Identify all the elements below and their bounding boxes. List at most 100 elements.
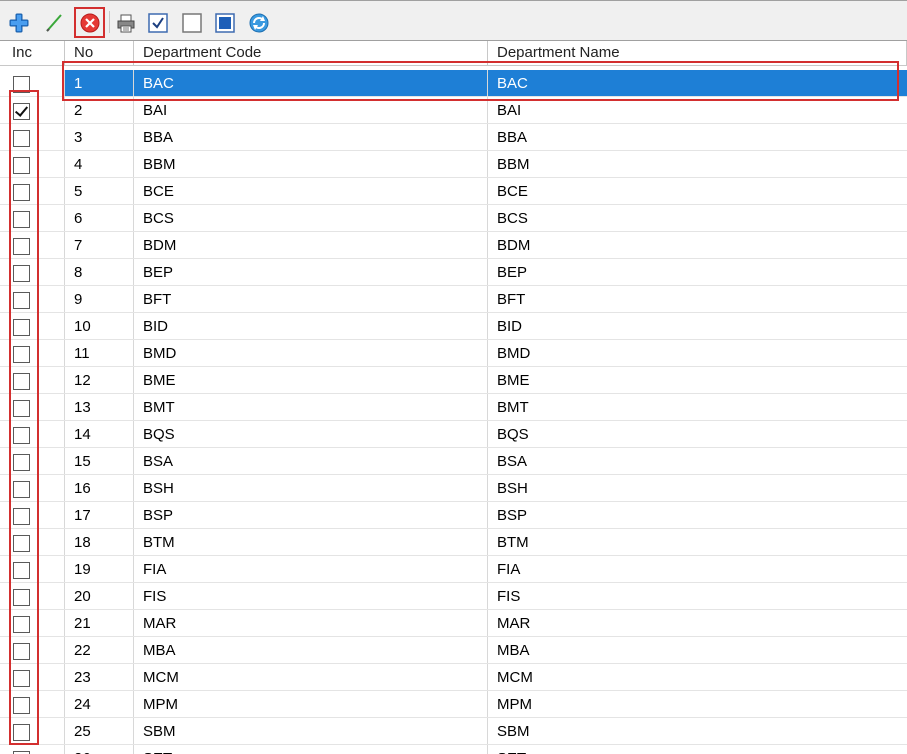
- department-code-cell[interactable]: BMT: [134, 394, 488, 420]
- department-name-cell[interactable]: FIS: [488, 583, 907, 609]
- select-button[interactable]: [212, 10, 237, 35]
- department-code-cell[interactable]: SBM: [134, 718, 488, 744]
- check-all-button[interactable]: [145, 10, 170, 35]
- include-checkbox[interactable]: [13, 508, 30, 525]
- table-row[interactable]: 1 BAC BAC: [0, 70, 907, 97]
- include-checkbox[interactable]: [13, 724, 30, 741]
- table-row[interactable]: 2 BAI BAI: [0, 97, 907, 124]
- department-name-cell[interactable]: BMT: [488, 394, 907, 420]
- department-name-cell[interactable]: BME: [488, 367, 907, 393]
- department-name-cell[interactable]: BMD: [488, 340, 907, 366]
- table-row[interactable]: 22 MBA MBA: [0, 637, 907, 664]
- table-row[interactable]: 8 BEP BEP: [0, 259, 907, 286]
- refresh-button[interactable]: [246, 10, 271, 35]
- add-button[interactable]: [6, 10, 31, 35]
- department-code-cell[interactable]: BSP: [134, 502, 488, 528]
- department-name-cell[interactable]: FIA: [488, 556, 907, 582]
- department-code-cell[interactable]: BCS: [134, 205, 488, 231]
- table-row[interactable]: 25 SBM SBM: [0, 718, 907, 745]
- department-name-cell[interactable]: BBM: [488, 151, 907, 177]
- department-name-cell[interactable]: BSA: [488, 448, 907, 474]
- include-checkbox[interactable]: [13, 211, 30, 228]
- department-code-cell[interactable]: BAC: [134, 70, 488, 96]
- table-row[interactable]: 14 BQS BQS: [0, 421, 907, 448]
- department-code-cell[interactable]: BQS: [134, 421, 488, 447]
- department-code-cell[interactable]: MBA: [134, 637, 488, 663]
- include-checkbox[interactable]: [13, 562, 30, 579]
- department-name-cell[interactable]: BAC: [488, 70, 907, 96]
- department-name-cell[interactable]: BBA: [488, 124, 907, 150]
- delete-button[interactable]: [74, 7, 105, 38]
- include-checkbox[interactable]: [13, 184, 30, 201]
- include-checkbox[interactable]: [13, 697, 30, 714]
- table-row[interactable]: 6 BCS BCS: [0, 205, 907, 232]
- include-checkbox[interactable]: [13, 454, 30, 471]
- column-header-inc[interactable]: Inc: [0, 41, 65, 65]
- department-name-cell[interactable]: BDM: [488, 232, 907, 258]
- department-name-cell[interactable]: MAR: [488, 610, 907, 636]
- include-checkbox[interactable]: [13, 346, 30, 363]
- table-row[interactable]: 15 BSA BSA: [0, 448, 907, 475]
- department-name-cell[interactable]: BCS: [488, 205, 907, 231]
- department-name-cell[interactable]: MPM: [488, 691, 907, 717]
- department-code-cell[interactable]: MCM: [134, 664, 488, 690]
- include-checkbox[interactable]: [13, 157, 30, 174]
- uncheck-all-button[interactable]: [179, 10, 204, 35]
- department-code-cell[interactable]: BFT: [134, 286, 488, 312]
- include-checkbox[interactable]: [13, 589, 30, 606]
- include-checkbox[interactable]: [13, 481, 30, 498]
- department-name-cell[interactable]: SBM: [488, 718, 907, 744]
- table-row[interactable]: 7 BDM BDM: [0, 232, 907, 259]
- department-code-cell[interactable]: BTM: [134, 529, 488, 555]
- include-checkbox[interactable]: [13, 616, 30, 633]
- include-checkbox[interactable]: [13, 319, 30, 336]
- department-name-cell[interactable]: BAI: [488, 97, 907, 123]
- table-row[interactable]: 24 MPM MPM: [0, 691, 907, 718]
- table-row[interactable]: 18 BTM BTM: [0, 529, 907, 556]
- table-row[interactable]: 4 BBM BBM: [0, 151, 907, 178]
- department-name-cell[interactable]: BCE: [488, 178, 907, 204]
- department-code-cell[interactable]: BBA: [134, 124, 488, 150]
- department-code-cell[interactable]: BID: [134, 313, 488, 339]
- table-row[interactable]: 10 BID BID: [0, 313, 907, 340]
- department-name-cell[interactable]: BID: [488, 313, 907, 339]
- department-code-cell[interactable]: FIA: [134, 556, 488, 582]
- table-row[interactable]: 23 MCM MCM: [0, 664, 907, 691]
- department-name-cell[interactable]: BQS: [488, 421, 907, 447]
- department-code-cell[interactable]: MPM: [134, 691, 488, 717]
- department-code-cell[interactable]: BME: [134, 367, 488, 393]
- table-row[interactable]: 9 BFT BFT: [0, 286, 907, 313]
- table-row[interactable]: 12 BME BME: [0, 367, 907, 394]
- table-row[interactable]: 5 BCE BCE: [0, 178, 907, 205]
- department-code-cell[interactable]: BMD: [134, 340, 488, 366]
- department-code-cell[interactable]: BDM: [134, 232, 488, 258]
- include-checkbox[interactable]: [13, 535, 30, 552]
- table-row[interactable]: 13 BMT BMT: [0, 394, 907, 421]
- include-checkbox[interactable]: [13, 103, 30, 120]
- include-checkbox[interactable]: [13, 427, 30, 444]
- table-row[interactable]: 17 BSP BSP: [0, 502, 907, 529]
- include-checkbox[interactable]: [13, 373, 30, 390]
- table-row[interactable]: 16 BSH BSH: [0, 475, 907, 502]
- include-checkbox[interactable]: [13, 400, 30, 417]
- edit-button[interactable]: [41, 10, 66, 35]
- include-checkbox[interactable]: [13, 76, 30, 93]
- department-code-cell[interactable]: BAI: [134, 97, 488, 123]
- department-code-cell[interactable]: FIS: [134, 583, 488, 609]
- department-name-cell[interactable]: BSH: [488, 475, 907, 501]
- department-name-cell[interactable]: BFT: [488, 286, 907, 312]
- department-code-cell[interactable]: BCE: [134, 178, 488, 204]
- column-header-department-name[interactable]: Department Name: [488, 41, 907, 65]
- include-checkbox[interactable]: [13, 238, 30, 255]
- column-header-no[interactable]: No: [65, 41, 134, 65]
- department-name-cell[interactable]: BSP: [488, 502, 907, 528]
- include-checkbox[interactable]: [13, 670, 30, 687]
- table-row[interactable]: 19 FIA FIA: [0, 556, 907, 583]
- table-row[interactable]: 21 MAR MAR: [0, 610, 907, 637]
- print-button[interactable]: [113, 10, 138, 35]
- department-code-cell[interactable]: MAR: [134, 610, 488, 636]
- department-name-cell[interactable]: MCM: [488, 664, 907, 690]
- include-checkbox[interactable]: [13, 130, 30, 147]
- table-row[interactable]: 20 FIS FIS: [0, 583, 907, 610]
- department-name-cell[interactable]: BTM: [488, 529, 907, 555]
